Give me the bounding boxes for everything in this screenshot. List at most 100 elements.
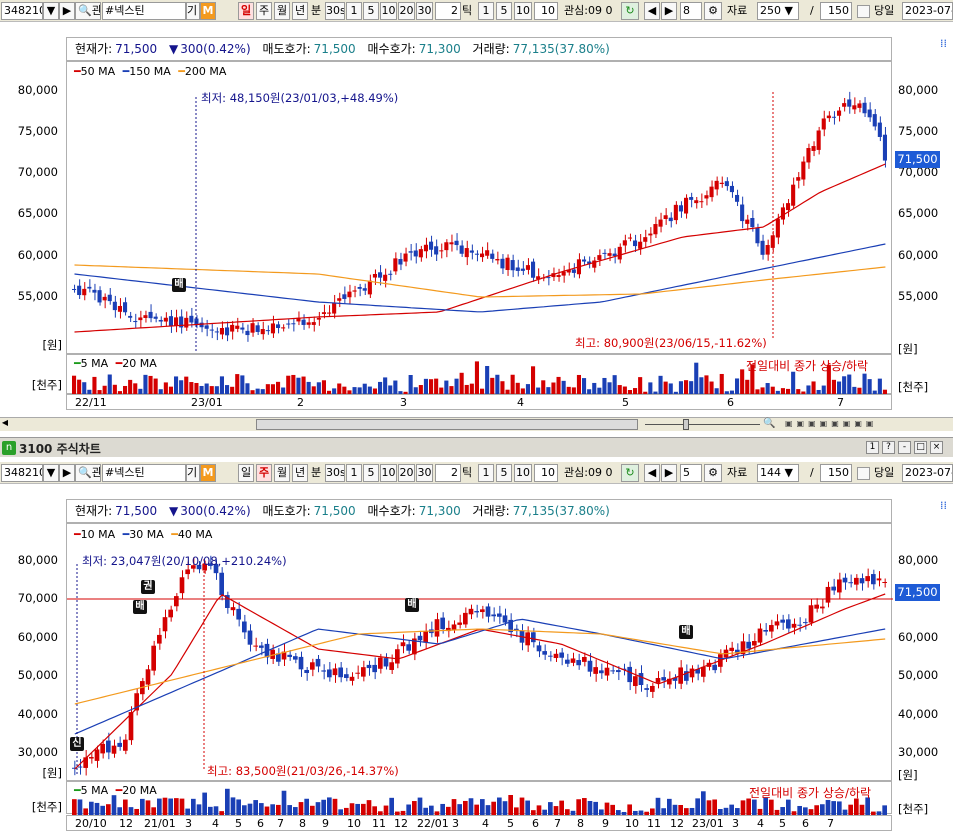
next-button[interactable]: ▶ xyxy=(59,2,75,20)
dividend-marker[interactable]: 배 xyxy=(133,600,147,614)
tab-weekly[interactable]: 주 xyxy=(256,2,272,20)
stock-code-input[interactable]: 348210 xyxy=(1,464,43,482)
zoom-slider-thumb[interactable] xyxy=(683,419,689,430)
tab-daily[interactable]: 일 xyxy=(238,2,254,20)
gi-button[interactable]: 기 xyxy=(186,2,200,20)
help-button[interactable]: ? xyxy=(882,441,895,454)
min-5-button[interactable]: 5 xyxy=(363,464,379,482)
zoom-icon[interactable]: 🔍 xyxy=(763,418,775,429)
date-input[interactable]: 2023-07- xyxy=(902,464,953,482)
min-30-button[interactable]: 30 xyxy=(416,464,433,482)
top-ma-legend: ━50 MA ━150 MA ━200 MA xyxy=(74,65,227,78)
expand-icon[interactable]: ⁞⁞ xyxy=(940,499,947,512)
tick-count-input[interactable]: 10 xyxy=(534,2,558,20)
tick-10-button[interactable]: 10 xyxy=(514,2,532,20)
dividend-marker[interactable]: 배 xyxy=(172,278,186,292)
min-30-button[interactable]: 30 xyxy=(416,2,433,20)
min-1-button[interactable]: 1 xyxy=(346,2,362,20)
min-select[interactable]: 30s xyxy=(325,2,345,20)
zoom-slider[interactable] xyxy=(645,424,760,425)
dividend-marker[interactable]: 배 xyxy=(405,598,419,612)
volume-bar xyxy=(327,797,332,815)
stock-code-input[interactable]: 348210 xyxy=(1,2,43,20)
candle-body xyxy=(342,294,347,299)
next-page-button[interactable]: ▶ xyxy=(661,2,677,20)
tab-daily[interactable]: 일 xyxy=(238,464,254,482)
candle-body xyxy=(276,324,281,328)
refresh-button[interactable]: ↻ xyxy=(621,464,639,482)
page-input[interactable]: 5 xyxy=(680,464,702,482)
tick-1-button[interactable]: 1 xyxy=(478,464,494,482)
next-page-button[interactable]: ▶ xyxy=(661,464,677,482)
today-checkbox[interactable] xyxy=(857,5,870,18)
tick-10-button[interactable]: 10 xyxy=(514,464,532,482)
prev-page-button[interactable]: ◀ xyxy=(644,464,660,482)
tick-input[interactable]: 2 xyxy=(435,464,461,482)
volume-bar xyxy=(235,374,240,395)
stock-name-input[interactable]: #넥스틴 xyxy=(102,2,186,20)
tick-input[interactable]: 2 xyxy=(435,2,461,20)
rights-marker[interactable]: 권 xyxy=(141,580,155,594)
settings-button[interactable]: ⚙ xyxy=(704,464,722,482)
next-button[interactable]: ▶ xyxy=(59,464,75,482)
dividend-marker[interactable]: 배 xyxy=(679,625,693,639)
tick-count-input[interactable]: 10 xyxy=(534,464,558,482)
gi-button[interactable]: 기 xyxy=(186,464,200,482)
candle-body xyxy=(117,305,122,312)
candle-body xyxy=(814,604,819,609)
min-20-button[interactable]: 20 xyxy=(398,464,415,482)
window-number-button[interactable]: 1 xyxy=(866,441,879,454)
volume-bar xyxy=(383,377,388,395)
data-count-select[interactable]: 144 ▼ xyxy=(757,464,799,482)
tick-5-button[interactable]: 5 xyxy=(496,464,512,482)
minimize-button[interactable]: - xyxy=(898,441,911,454)
top-price-chart[interactable] xyxy=(66,61,892,354)
min-20-button[interactable]: 20 xyxy=(398,2,415,20)
tab-monthly[interactable]: 월 xyxy=(274,464,290,482)
m-button[interactable]: M xyxy=(200,464,216,482)
search-button[interactable]: 🔍관 xyxy=(75,2,101,20)
scroll-left-icon[interactable]: ◀ xyxy=(0,418,10,431)
close-button[interactable]: × xyxy=(930,441,943,454)
prev-page-button[interactable]: ◀ xyxy=(644,2,660,20)
m-button[interactable]: M xyxy=(200,2,216,20)
tab-monthly[interactable]: 월 xyxy=(274,2,290,20)
expand-icon[interactable]: ⁞⁞ xyxy=(940,37,947,50)
refresh-button[interactable]: ↻ xyxy=(621,2,639,20)
y-tick-right: 40,000 xyxy=(898,707,939,721)
chart-tool-icons[interactable]: ▣▣▣▣▣▣▣▣ xyxy=(785,419,953,431)
min-10-button[interactable]: 10 xyxy=(380,464,397,482)
date-input[interactable]: 2023-07- xyxy=(902,2,953,20)
volume-bar xyxy=(444,380,449,395)
code-dropdown-button[interactable]: ▼ xyxy=(43,2,59,20)
tick-1-button[interactable]: 1 xyxy=(478,2,494,20)
candle-body xyxy=(627,666,632,683)
candle-body xyxy=(729,185,734,193)
top-scrollbar[interactable]: ◀ 🔍 ▣▣▣▣▣▣▣▣ xyxy=(0,417,953,431)
x-tick: 3 xyxy=(732,817,739,830)
min-5-button[interactable]: 5 xyxy=(363,2,379,20)
min-10-button[interactable]: 10 xyxy=(380,2,397,20)
candle-body xyxy=(185,569,190,575)
tab-yearly[interactable]: 년 xyxy=(292,464,308,482)
data-total-input[interactable]: 150 xyxy=(820,2,852,20)
settings-button[interactable]: ⚙ xyxy=(704,2,722,20)
stock-name-input[interactable]: #넥스틴 xyxy=(102,464,186,482)
tab-yearly[interactable]: 년 xyxy=(292,2,308,20)
candle-body xyxy=(332,302,337,314)
data-total-input[interactable]: 150 xyxy=(820,464,852,482)
today-checkbox[interactable] xyxy=(857,467,870,480)
code-dropdown-button[interactable]: ▼ xyxy=(43,464,59,482)
scroll-thumb[interactable] xyxy=(256,419,638,430)
x-tick: 12 xyxy=(394,817,408,830)
min-select[interactable]: 30s xyxy=(325,464,345,482)
min-1-button[interactable]: 1 xyxy=(346,464,362,482)
listing-marker[interactable]: 신 xyxy=(70,737,84,751)
search-button[interactable]: 🔍관 xyxy=(75,464,101,482)
page-input[interactable]: 8 xyxy=(680,2,702,20)
maximize-button[interactable]: □ xyxy=(914,441,927,454)
tick-5-button[interactable]: 5 xyxy=(496,2,512,20)
tab-weekly[interactable]: 주 xyxy=(256,464,272,482)
candle-body xyxy=(219,572,224,596)
data-count-select[interactable]: 250 ▼ xyxy=(757,2,799,20)
